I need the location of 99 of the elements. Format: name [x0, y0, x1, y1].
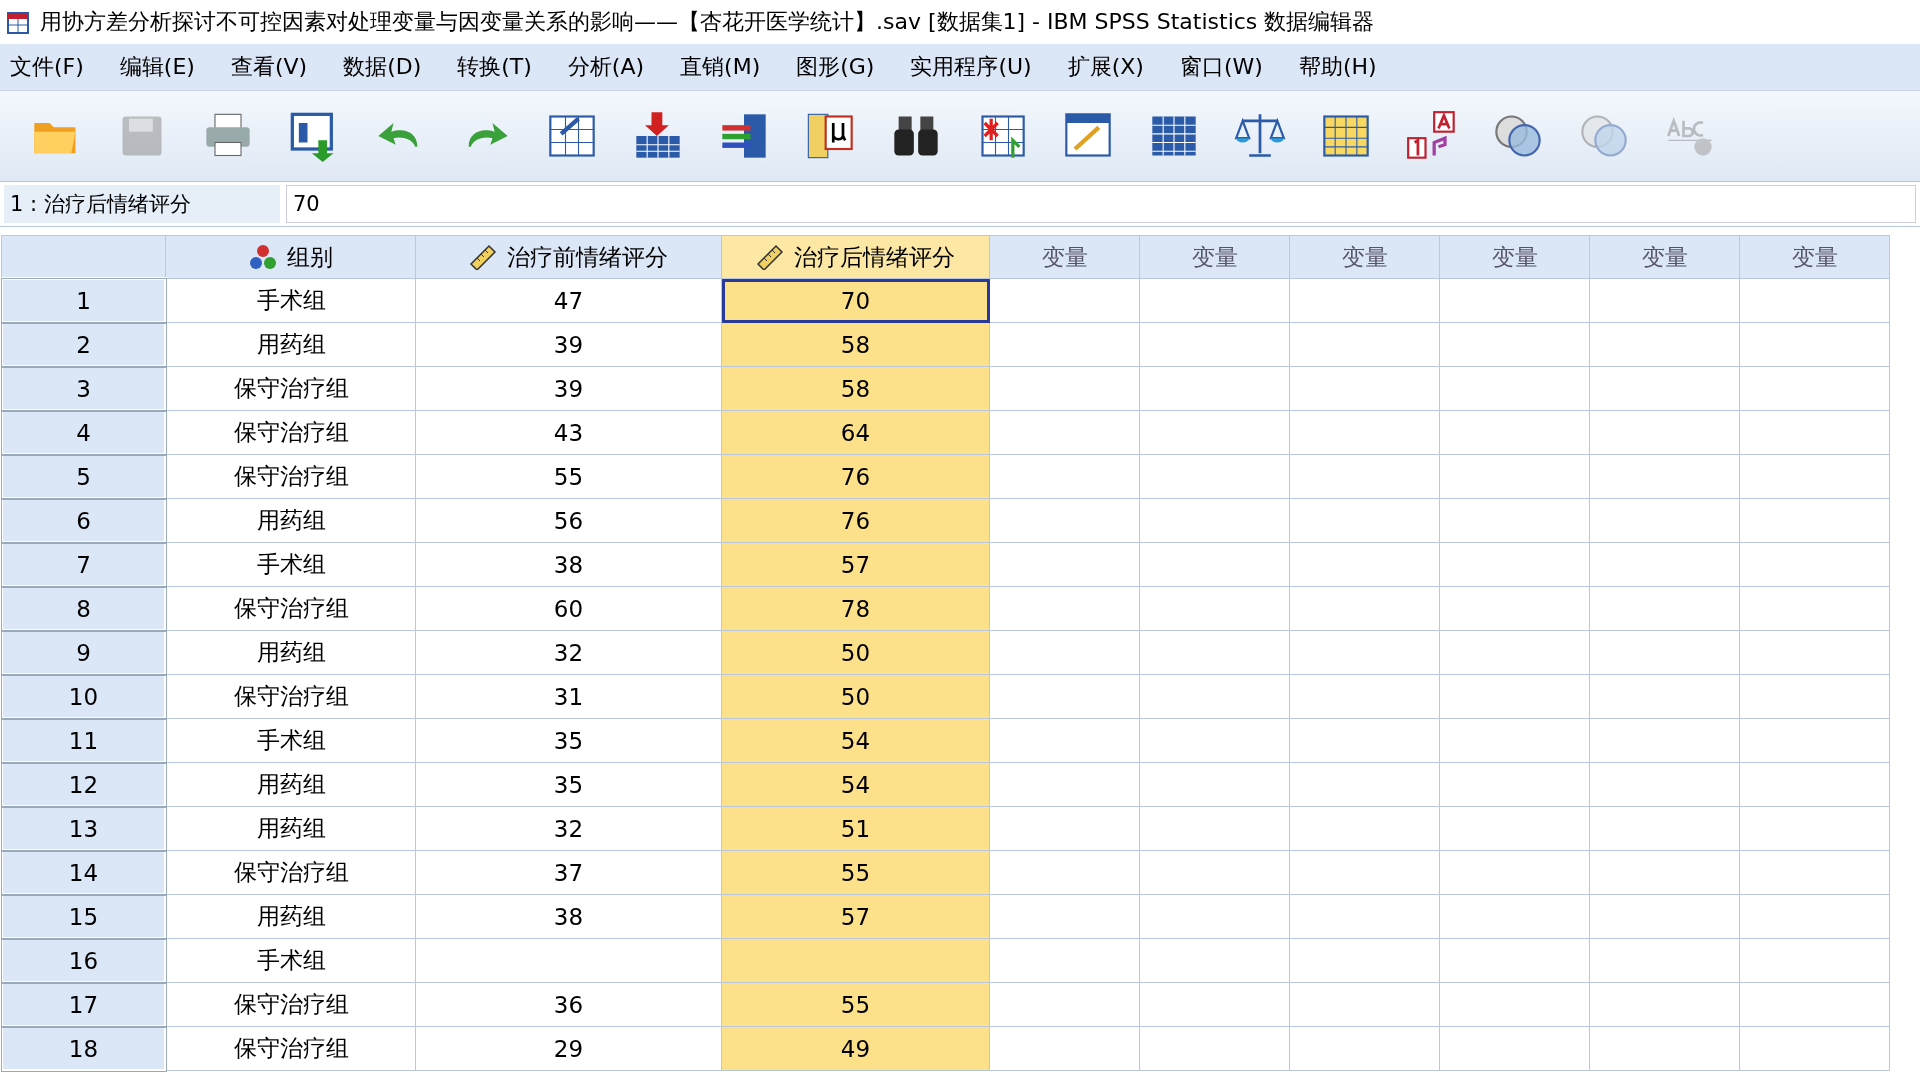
table-cell: 55 — [721, 982, 990, 1027]
table-cell: 29 — [415, 1026, 722, 1071]
row-number[interactable]: 15 — [1, 894, 166, 939]
table-cell: 49 — [721, 1026, 990, 1071]
row-number[interactable]: 2 — [1, 322, 166, 367]
table-cell: 32 — [415, 630, 722, 675]
table-cell: 38 — [415, 894, 722, 939]
table-cell: 保守治疗组 — [165, 410, 416, 455]
row-number[interactable]: 3 — [1, 366, 166, 411]
table-cell: 手术组 — [165, 542, 416, 587]
table-cell: 用药组 — [165, 894, 416, 939]
table-cell: 保守治疗组 — [165, 674, 416, 719]
table-cell: 手术组 — [165, 718, 416, 763]
table-cell: 70 — [721, 278, 990, 323]
column-header[interactable]: 变量 — [1139, 235, 1290, 279]
table-cell: 用药组 — [165, 630, 416, 675]
menu-item[interactable]: 扩展(X) — [1065, 52, 1162, 82]
table-cell: 36 — [415, 982, 722, 1027]
table-cell: 54 — [721, 762, 990, 807]
table-cell: 手术组 — [165, 938, 416, 983]
table-cell: 57 — [721, 894, 990, 939]
row-number[interactable]: 11 — [1, 718, 166, 763]
table-cell: 60 — [415, 586, 722, 631]
table-cell: 用药组 — [165, 806, 416, 851]
table-cell: 用药组 — [165, 762, 416, 807]
column-header[interactable]: 组别 — [165, 235, 416, 279]
row-number[interactable]: 5 — [1, 454, 166, 499]
table-cell: 保守治疗组 — [165, 454, 416, 499]
table-cell: 55 — [415, 454, 722, 499]
table-cell: 50 — [721, 630, 990, 675]
app-icon — [6, 9, 32, 35]
table-cell: 32 — [415, 806, 722, 851]
table-cell: 78 — [721, 586, 990, 631]
table-cell: 54 — [721, 718, 990, 763]
table-cell: 保守治疗组 — [165, 850, 416, 895]
table-cell: 用药组 — [165, 322, 416, 367]
ruler-icon — [469, 244, 497, 270]
row-number[interactable]: 10 — [1, 674, 166, 719]
table-cell: 保守治疗组 — [165, 586, 416, 631]
menu-item[interactable]: 数据(D) — [341, 52, 440, 82]
table-cell: 50 — [721, 674, 990, 719]
table-cell: 39 — [415, 366, 722, 411]
column-header[interactable]: 变量 — [1739, 235, 1890, 279]
column-header[interactable]: 变量 — [1589, 235, 1740, 279]
menu-item[interactable]: 直销(M) — [678, 52, 779, 82]
table-cell: 55 — [721, 850, 990, 895]
value-labels-icon — [1406, 110, 1458, 162]
table-cell: 38 — [415, 542, 722, 587]
table-cell: 35 — [415, 718, 722, 763]
row-number[interactable]: 16 — [1, 938, 166, 983]
cell-value-field[interactable]: 70 — [286, 185, 1916, 223]
table-cell: 64 — [721, 410, 990, 455]
menu-item[interactable]: 文件(F) — [8, 52, 102, 82]
menu-item[interactable]: 分析(A) — [565, 52, 663, 82]
table-cell: 51 — [721, 806, 990, 851]
table-cell: 56 — [415, 498, 722, 543]
table-cell: 39 — [415, 322, 722, 367]
table-cell: 58 — [721, 322, 990, 367]
table-cell: 35 — [415, 762, 722, 807]
row-number[interactable]: 8 — [1, 586, 166, 631]
table-cell: 43 — [415, 410, 722, 455]
row-number[interactable]: 7 — [1, 542, 166, 587]
row-number[interactable]: 17 — [1, 982, 166, 1027]
row-number[interactable]: 6 — [1, 498, 166, 543]
row-number[interactable]: 12 — [1, 762, 166, 807]
table-cell: 31 — [415, 674, 722, 719]
three-balls-icon — [248, 244, 277, 270]
row-number[interactable]: 1 — [1, 278, 166, 323]
table-cell: 76 — [721, 454, 990, 499]
row-number[interactable]: 4 — [1, 410, 166, 455]
table-cell: 保守治疗组 — [165, 1026, 416, 1071]
ruler-icon — [756, 244, 784, 270]
table-cell: 手术组 — [165, 278, 416, 323]
menu-item[interactable]: 窗口(W) — [1177, 52, 1281, 82]
table-cell: 保守治疗组 — [165, 366, 416, 411]
row-number[interactable]: 9 — [1, 630, 166, 675]
table-cell: 保守治疗组 — [165, 982, 416, 1027]
row-number[interactable]: 13 — [1, 806, 166, 851]
column-header[interactable]: 变量 — [1289, 235, 1440, 279]
column-header[interactable]: 变量 — [1439, 235, 1590, 279]
table-cell: 37 — [415, 850, 722, 895]
column-header[interactable]: 治疗后情绪评分 — [721, 235, 990, 279]
column-header[interactable]: 治疗前情绪评分 — [415, 235, 722, 279]
menu-item[interactable]: 图形(G) — [794, 52, 893, 82]
menu-item[interactable]: 转换(T) — [455, 52, 550, 82]
table-cell: 57 — [721, 542, 990, 587]
menu-item[interactable]: 查看(V) — [228, 52, 326, 82]
row-number[interactable]: 14 — [1, 850, 166, 895]
menu-item[interactable]: 帮助(H) — [1296, 52, 1395, 82]
table-cell: 47 — [415, 278, 722, 323]
table-cell: 用药组 — [165, 498, 416, 543]
cell-name-label: 1 : 治疗后情绪评分 — [4, 185, 280, 223]
column-header[interactable]: 变量 — [989, 235, 1140, 279]
menu-item[interactable]: 编辑(E) — [117, 52, 213, 82]
row-number[interactable]: 18 — [1, 1026, 166, 1071]
table-cell: 58 — [721, 366, 990, 411]
menu-item[interactable]: 实用程序(U) — [908, 52, 1050, 82]
table-cell: 76 — [721, 498, 990, 543]
window-title: 用协方差分析探讨不可控因素对处理变量与因变量关系的影响——【杏花开医学统计】.sav [数据集1] - IBM SPSS Statistics 数据编辑器 — [40, 8, 1375, 36]
